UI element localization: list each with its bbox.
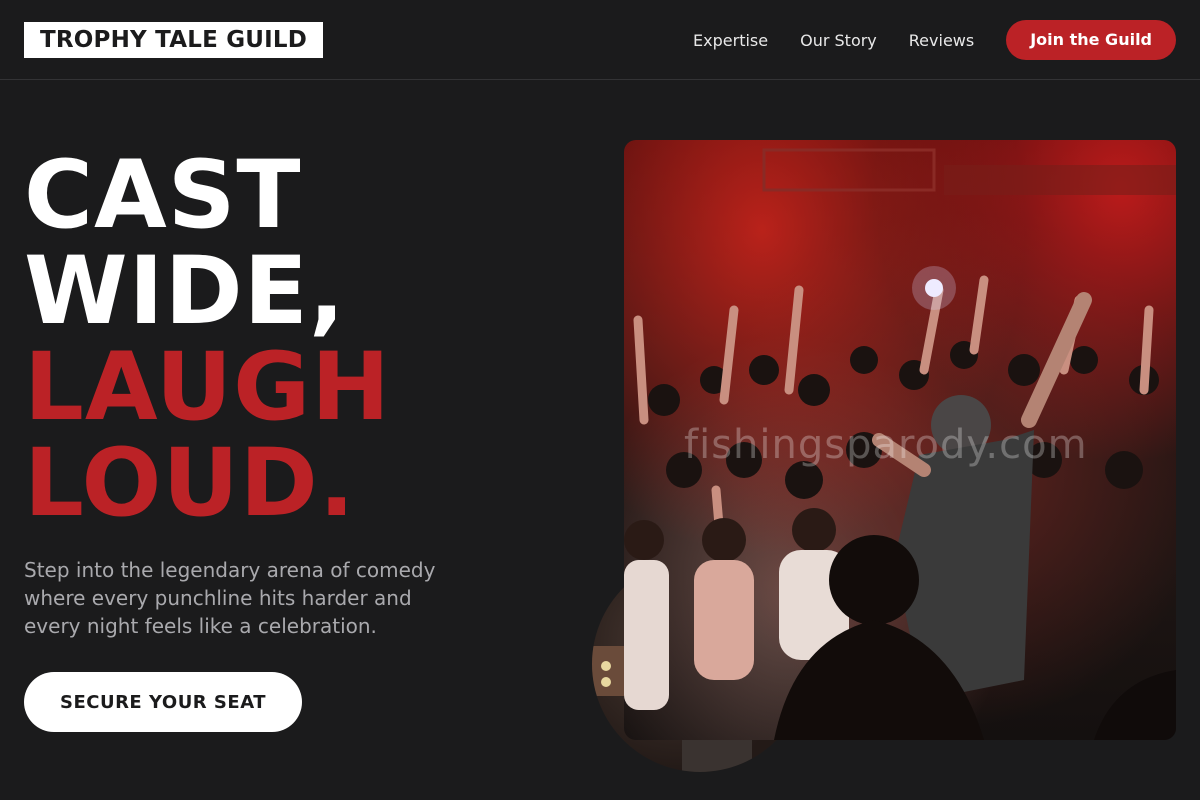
nav-link-reviews[interactable]: Reviews (909, 31, 974, 50)
site-logo[interactable]: TROPHY TALE GUILD (24, 22, 324, 58)
hero-title: CAST WIDE, LAUGH LOUD. (24, 148, 391, 532)
secure-seat-button[interactable]: SECURE YOUR SEAT (24, 672, 302, 732)
join-guild-button[interactable]: Join the Guild (1006, 20, 1176, 60)
image-watermark: fishingsparody.com (684, 422, 1088, 468)
nav-link-expertise[interactable]: Expertise (693, 31, 768, 50)
hero-title-line: CAST (24, 141, 302, 250)
hero-concert-photo: fishingsparody.com (624, 140, 1176, 740)
hero-title-accent-line: LOUD. (24, 429, 356, 538)
main-nav: Expertise Our Story Reviews Join the Gui… (693, 20, 1176, 60)
hero-subtitle: Step into the legendary arena of comedy … (24, 558, 436, 638)
hero-title-line: WIDE, (24, 237, 346, 346)
hero-title-accent-line: LAUGH (24, 333, 391, 442)
nav-link-our-story[interactable]: Our Story (800, 31, 877, 50)
site-header: TROPHY TALE GUILD Expertise Our Story Re… (0, 0, 1200, 80)
